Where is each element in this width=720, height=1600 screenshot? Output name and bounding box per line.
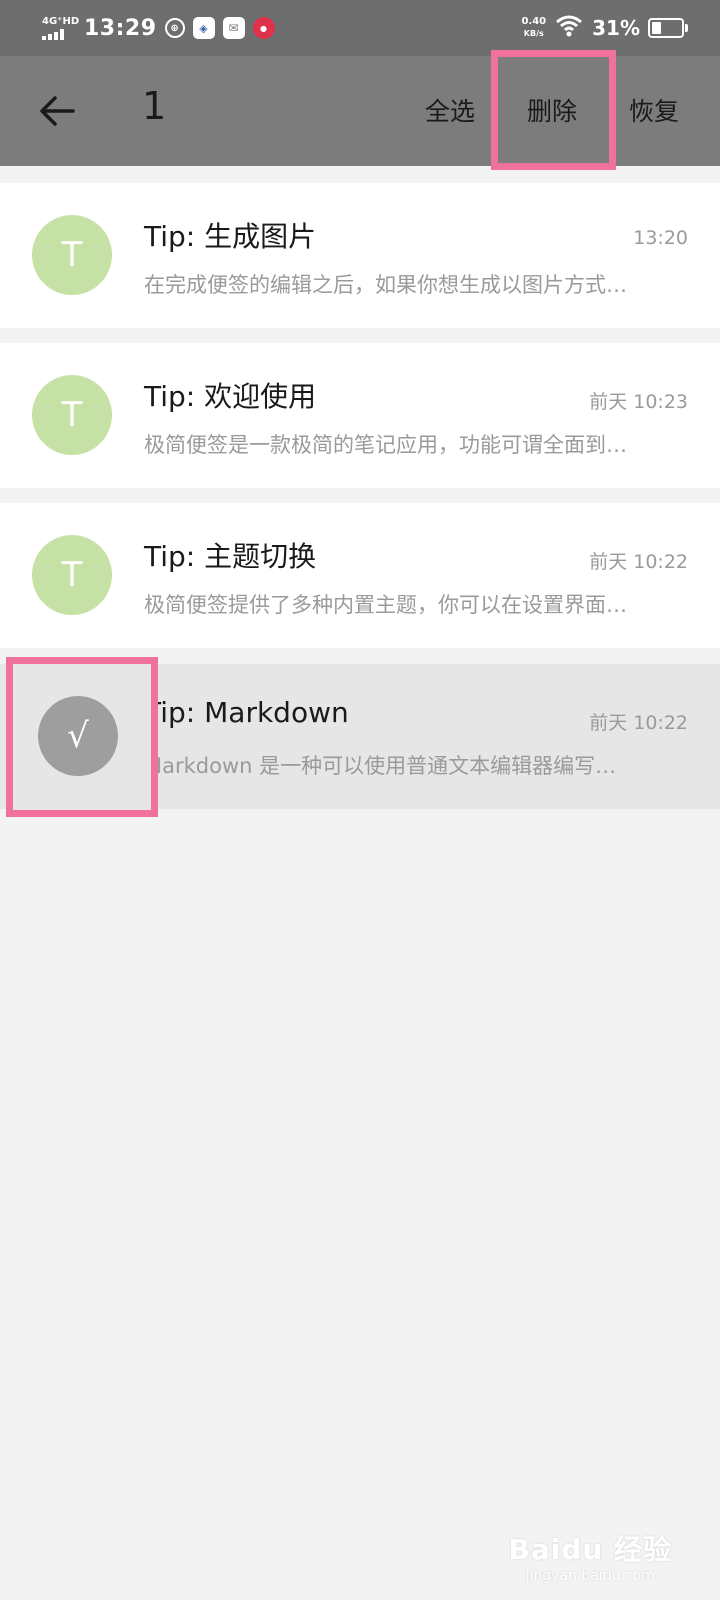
note-preview: 极简便签提供了多种内置主题，你可以在设置界面…: [144, 593, 627, 617]
signal-icon: [42, 29, 76, 40]
selected-count: 1: [142, 84, 167, 128]
watermark-sub: jingyan.baidu.com: [525, 1568, 655, 1584]
status-bar: 4G⁺HD 13:29 ⊕ ◈ ✉ ● 0.40 KB/s 31%: [0, 0, 720, 56]
clock: 13:29: [84, 15, 157, 41]
note-time: 前天 10:23: [589, 391, 688, 413]
note-preview: 极简便签是一款极简的笔记应用，功能可谓全面到…: [144, 433, 627, 457]
mail-icon: ✉: [222, 17, 245, 39]
list-item[interactable]: T Tip: 生成图片 13:20 在完成便签的编辑之后，如果你想生成以图片方式…: [0, 183, 720, 328]
baidu-watermark: Baidu 经验 jingyan.baidu.com: [508, 1528, 672, 1584]
note-preview: Markdown 是一种可以使用普通文本编辑器编写…: [144, 754, 617, 778]
battery-icon: [648, 18, 688, 38]
note-title: Tip: 欢迎使用: [144, 380, 317, 413]
battery-percent: 31%: [592, 16, 640, 40]
list-item[interactable]: T Tip: 主题切换 前天 10:22 极简便签提供了多种内置主题，你可以在设…: [0, 503, 720, 648]
speed-unit: KB/s: [523, 29, 544, 38]
network-indicator: 4G⁺HD: [42, 16, 80, 40]
note-avatar: T: [32, 535, 112, 615]
note-avatar: T: [32, 215, 112, 295]
note-time: 前天 10:22: [589, 551, 688, 573]
network-label: 4G⁺HD: [42, 16, 80, 27]
note-avatar: T: [32, 375, 112, 455]
back-button[interactable]: [32, 86, 82, 136]
checkmark-icon[interactable]: √: [38, 696, 118, 776]
battery-fill: [652, 22, 661, 34]
note-title: Tip: 主题切换: [144, 540, 317, 573]
restore-button[interactable]: 恢复: [629, 92, 679, 128]
note-title: Tip: Markdown: [144, 696, 349, 729]
back-arrow-icon: [40, 96, 75, 126]
status-left: 4G⁺HD 13:29 ⊕ ◈ ✉ ●: [42, 10, 275, 46]
wifi-icon: [556, 15, 583, 41]
checkbox-highlight-box: √: [6, 657, 158, 817]
bank-app-icon: ◈: [192, 17, 215, 39]
watermark-main: Baidu 经验: [508, 1533, 672, 1566]
list-item[interactable]: T Tip: 欢迎使用 前天 10:23 极简便签是一款极简的笔记应用，功能可谓…: [0, 343, 720, 488]
select-all-button[interactable]: 全选: [425, 92, 475, 128]
note-time: 前天 10:22: [589, 712, 688, 734]
note-time: 13:20: [633, 227, 688, 249]
note-preview: 在完成便签的编辑之后，如果你想生成以图片方式…: [144, 273, 627, 297]
note-title: Tip: 生成图片: [144, 220, 317, 253]
speed-value: 0.40: [521, 16, 547, 27]
red-app-icon: ●: [252, 17, 275, 39]
status-right: 0.40 KB/s 31%: [521, 10, 688, 46]
notification-circle-icon: ⊕: [164, 18, 185, 38]
network-speed: 0.40 KB/s: [521, 17, 546, 39]
delete-highlight-box: [491, 50, 616, 170]
